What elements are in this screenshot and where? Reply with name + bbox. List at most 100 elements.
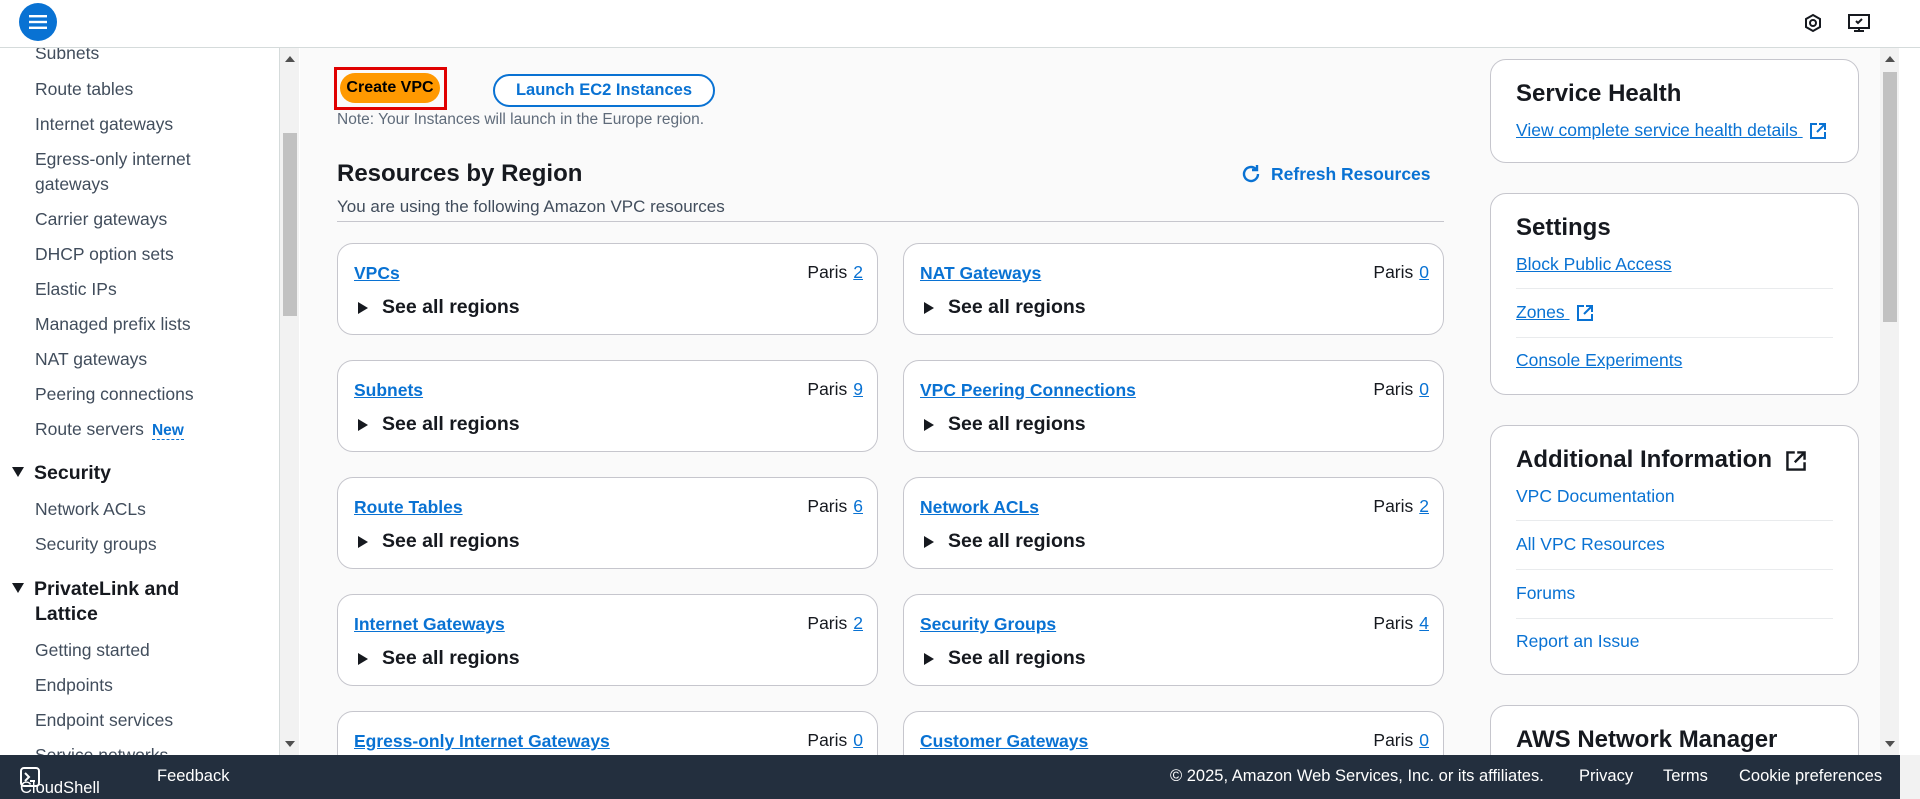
resource-card-vpcs: VPCs Paris 2 See all regions (337, 243, 878, 335)
sidebar-item-elastic-ips[interactable]: Elastic IPs (35, 277, 117, 302)
external-link-icon (1576, 305, 1593, 322)
card-title-link[interactable]: Security Groups (920, 614, 1056, 635)
see-all-regions-toggle[interactable]: See all regions (358, 647, 520, 670)
block-public-access-link[interactable]: Block Public Access (1516, 254, 1672, 275)
card-title-link[interactable]: Egress-only Internet Gateways (354, 731, 610, 752)
cloudshell-button[interactable]: CloudShell (20, 767, 100, 797)
sidebar-item-dhcp-option-sets[interactable]: DHCP option sets (35, 242, 174, 267)
card-title-link[interactable]: Customer Gateways (920, 731, 1088, 752)
scroll-up-icon[interactable] (1885, 56, 1895, 62)
support-monitor-icon[interactable] (1846, 10, 1872, 36)
region-label: Paris (1373, 262, 1414, 282)
main-scrollbar-thumb[interactable] (1883, 72, 1897, 322)
sidebar-item-egress-only-gateways[interactable]: Egress-only internet (35, 147, 191, 172)
panel-title: Service Health (1516, 80, 1682, 107)
sidebar-section-privatelink[interactable]: PrivateLink and (12, 577, 179, 602)
card-count-link[interactable]: 0 (1419, 379, 1429, 399)
sidebar-item-carrier-gateways[interactable]: Carrier gateways (35, 207, 167, 232)
card-title-link[interactable]: Route Tables (354, 497, 463, 518)
card-title-link[interactable]: VPC Peering Connections (920, 380, 1136, 401)
sidebar-section-privatelink-cont[interactable]: Lattice (35, 602, 98, 627)
panel-title: Settings (1516, 214, 1611, 241)
zones-link[interactable]: Zones (1516, 302, 1594, 323)
forums-link[interactable]: Forums (1516, 583, 1575, 604)
report-issue-link[interactable]: Report an Issue (1516, 631, 1640, 652)
sidebar-item-peering-connections[interactable]: Peering connections (35, 382, 194, 407)
sidebar-item-route-tables[interactable]: Route tables (35, 77, 133, 102)
sidebar-item-endpoint-services[interactable]: Endpoint services (35, 708, 173, 733)
card-count-link[interactable]: 4 (1419, 613, 1429, 633)
divider (337, 221, 1444, 222)
card-region: Paris 2 (1373, 496, 1429, 517)
sidebar-scrollbar-thumb[interactable] (283, 133, 297, 316)
sidebar-item-nat-gateways[interactable]: NAT gateways (35, 347, 147, 372)
resource-card-security-groups: Security Groups Paris 4 See all regions (903, 594, 1444, 686)
settings-hexagon-icon[interactable] (1800, 10, 1826, 36)
card-region: Paris 0 (1373, 262, 1429, 283)
region-label: Paris (807, 496, 848, 516)
see-all-regions-toggle[interactable]: See all regions (924, 296, 1086, 319)
sidebar-item-security-groups[interactable]: Security groups (35, 532, 157, 557)
see-all-label: See all regions (948, 296, 1086, 318)
card-count-link[interactable]: 6 (853, 496, 863, 516)
external-link-icon[interactable] (1785, 450, 1807, 472)
see-all-regions-toggle[interactable]: See all regions (358, 413, 520, 436)
card-title-link[interactable]: Network ACLs (920, 497, 1039, 518)
panel-title-label: Additional Information (1516, 446, 1772, 473)
sidebar-item-service-networks[interactable]: Service networks (35, 743, 168, 755)
vpc-documentation-link[interactable]: VPC Documentation (1516, 486, 1675, 507)
card-count-link[interactable]: 0 (1419, 262, 1429, 282)
see-all-regions-toggle[interactable]: See all regions (358, 296, 520, 319)
cookie-preferences-link[interactable]: Cookie preferences (1739, 767, 1882, 786)
sidebar-item-endpoints[interactable]: Endpoints (35, 673, 113, 698)
sidebar-item-network-acls[interactable]: Network ACLs (35, 497, 146, 522)
refresh-resources-button[interactable]: Refresh Resources (1240, 163, 1431, 185)
resource-card-vpc-peering: VPC Peering Connections Paris 0 See all r… (903, 360, 1444, 452)
card-title-link[interactable]: Internet Gateways (354, 614, 505, 635)
service-health-link[interactable]: View complete service health details (1516, 120, 1827, 141)
card-count-link[interactable]: 2 (853, 613, 863, 633)
card-count-link[interactable]: 0 (853, 730, 863, 750)
section-label: PrivateLink and (34, 578, 180, 600)
see-all-regions-toggle[interactable]: See all regions (924, 647, 1086, 670)
see-all-label: See all regions (948, 530, 1086, 552)
create-vpc-button[interactable]: Create VPC (340, 73, 440, 103)
sidebar-section-security[interactable]: Security (12, 461, 111, 486)
resource-card-subnets: Subnets Paris 9 See all regions (337, 360, 878, 452)
card-count-link[interactable]: 2 (1419, 496, 1429, 516)
sidebar-item-subnets[interactable]: Subnets (35, 48, 99, 66)
terms-link[interactable]: Terms (1663, 767, 1708, 786)
console-experiments-link[interactable]: Console Experiments (1516, 350, 1682, 371)
sidebar-item-internet-gateways[interactable]: Internet gateways (35, 112, 173, 137)
sidebar-item-getting-started[interactable]: Getting started (35, 638, 150, 663)
see-all-label: See all regions (382, 296, 520, 318)
resource-card-egress-only-gateways: Egress-only Internet Gateways Paris 0 (337, 711, 878, 755)
see-all-regions-toggle[interactable]: See all regions (924, 413, 1086, 436)
card-count-link[interactable]: 0 (1419, 730, 1429, 750)
refresh-icon (1242, 165, 1260, 183)
card-title-link[interactable]: Subnets (354, 380, 423, 401)
sidebar-item-egress-only-gateways-cont[interactable]: gateways (35, 172, 109, 197)
sidebar-item-managed-prefix-lists[interactable]: Managed prefix lists (35, 312, 191, 337)
card-title-link[interactable]: VPCs (354, 263, 400, 284)
caret-right-icon (924, 418, 934, 431)
scroll-down-icon[interactable] (285, 741, 295, 747)
feedback-link[interactable]: Feedback (157, 767, 229, 786)
card-title-link[interactable]: NAT Gateways (920, 263, 1041, 284)
privacy-link[interactable]: Privacy (1579, 767, 1633, 786)
menu-icon[interactable] (19, 3, 57, 41)
see-all-regions-toggle[interactable]: See all regions (358, 530, 520, 553)
launch-ec2-button[interactable]: Launch EC2 Instances (493, 74, 715, 107)
card-count-link[interactable]: 2 (853, 262, 863, 282)
scroll-down-icon[interactable] (1885, 741, 1895, 747)
external-link-icon (1809, 123, 1826, 140)
region-label: Paris (1373, 496, 1414, 516)
see-all-label: See all regions (382, 530, 520, 552)
caret-down-icon (12, 582, 24, 593)
scroll-up-icon[interactable] (285, 56, 295, 62)
all-vpc-resources-link[interactable]: All VPC Resources (1516, 534, 1665, 555)
sidebar-item-route-servers[interactable]: Route servers New (35, 417, 184, 443)
card-count-link[interactable]: 9 (853, 379, 863, 399)
region-label: Paris (1373, 379, 1414, 399)
see-all-regions-toggle[interactable]: See all regions (924, 530, 1086, 553)
